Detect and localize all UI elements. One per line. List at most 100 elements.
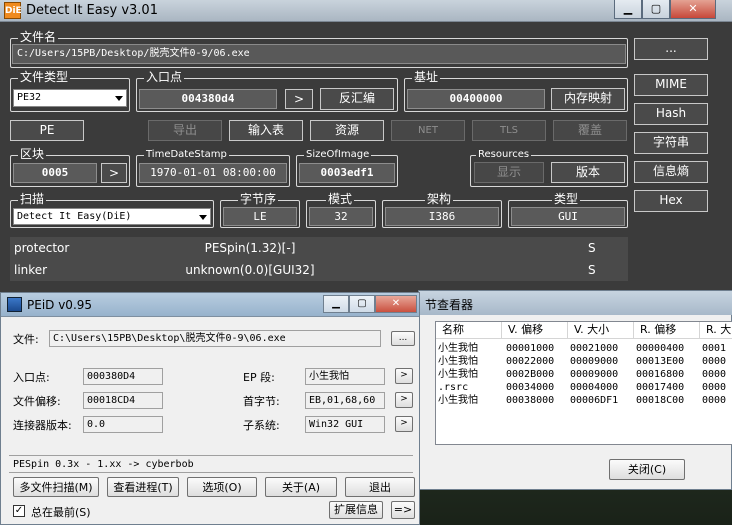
sections-value: 0005 <box>13 163 97 183</box>
options-button[interactable]: 选项(O) <box>187 477 257 497</box>
table-cell: 小生我怕 <box>438 343 478 354</box>
table-cell: 00013E00 <box>636 356 685 367</box>
close-button[interactable]: ✕ <box>375 295 417 313</box>
soi-value: 0003edf1 <box>299 163 395 183</box>
stay-on-top-checkbox[interactable]: ✓ <box>13 505 25 517</box>
hash-button[interactable]: Hash <box>634 103 708 125</box>
first-bytes-label: 首字节: <box>243 395 280 408</box>
tds-value: 1970-01-01 08:00:00 <box>139 163 287 183</box>
result-row[interactable]: linker unknown(0.0)[GUI32] S <box>10 259 628 281</box>
filename-field[interactable]: C:/Users/15PB/Desktop/脱壳文件0-9/06.exe <box>12 44 626 64</box>
divider <box>9 455 413 456</box>
maximize-button[interactable]: ▢ <box>642 0 670 19</box>
divider <box>9 472 413 473</box>
column-header[interactable]: R. 大 <box>700 322 732 339</box>
subsystem-label: 子系统: <box>243 419 280 432</box>
exit-button[interactable]: 退出 <box>345 477 415 497</box>
column-header[interactable]: R. 偏移 <box>634 322 700 339</box>
strings-button[interactable]: 字符串 <box>634 132 708 154</box>
resources-button[interactable]: 资源 <box>310 120 384 141</box>
ep-section-label: EP 段: <box>243 371 275 384</box>
table-row[interactable]: 小生我怕 00001000 00021000 00000400 0001 <box>436 342 732 355</box>
multi-scan-button[interactable]: 多文件扫描(M) <box>13 477 99 497</box>
column-header[interactable]: V. 偏移 <box>502 322 568 339</box>
column-header[interactable]: V. 大小 <box>568 322 634 339</box>
arch-label: 架构 <box>425 192 454 206</box>
endian-label: 字节序 <box>238 192 279 206</box>
result-flag: S <box>588 263 596 277</box>
filetype-value: PE32 <box>17 92 42 103</box>
linker-version-label: 连接器版本: <box>13 419 72 432</box>
mode-value: 32 <box>309 207 373 226</box>
minimize-button[interactable]: ▁ <box>614 0 642 19</box>
close-button[interactable]: ✕ <box>670 0 716 19</box>
table-cell: 0001 <box>702 343 727 354</box>
table-cell: 0002B000 <box>506 369 555 380</box>
browse-button[interactable]: ... <box>634 38 708 60</box>
pe-button[interactable]: PE <box>10 120 84 141</box>
filename-label: 文件名 <box>18 30 59 44</box>
result-row[interactable]: protector PESpin(1.32)[-] S <box>10 237 628 259</box>
type-value: GUI <box>511 207 625 226</box>
subsystem-arrow-button[interactable]: > <box>395 416 413 432</box>
base-value: 00400000 <box>407 89 545 109</box>
sections-label: 区块 <box>18 147 47 161</box>
filetype-label: 文件类型 <box>18 70 71 84</box>
version-button[interactable]: 版本 <box>551 162 625 183</box>
result-name: PESpin(1.32)[-] <box>204 241 296 255</box>
section-table[interactable]: 名称 V. 偏移 V. 大小 R. 偏移 R. 大 小生我怕 00001000 00… <box>435 321 732 445</box>
table-cell: 小生我怕 <box>438 369 478 380</box>
table-row[interactable]: 小生我怕 00022000 00009000 00013E00 0000 <box>436 355 732 368</box>
table-cell: 0000 <box>702 395 727 406</box>
table-cell: 0000 <box>702 369 727 380</box>
entry-label: 入口点 <box>144 70 185 84</box>
show-button[interactable]: 显示 <box>474 162 544 183</box>
entropy-button[interactable]: 信息熵 <box>634 161 708 183</box>
net-button[interactable]: NET <box>391 120 465 141</box>
table-row[interactable]: .rsrc 00034000 00004000 00017400 0000 <box>436 381 732 394</box>
sections-go-button[interactable]: > <box>101 163 127 183</box>
close-section-viewer-button[interactable]: 关闭(C) <box>609 459 685 480</box>
result-flag: S <box>588 241 596 255</box>
file-path-field[interactable]: C:\Users\15PB\Desktop\脱壳文件0-9\06.exe <box>49 330 381 347</box>
table-cell: .rsrc <box>438 382 469 393</box>
peid-window: PEiD v0.95 ▁ ▢ ✕ 文件: C:\Users\15PB\Deskt… <box>0 292 420 525</box>
entry-go-button[interactable]: > <box>285 89 313 109</box>
overlay-button[interactable]: 覆盖 <box>553 120 627 141</box>
column-header[interactable]: 名称 <box>436 322 502 339</box>
maximize-button[interactable]: ▢ <box>349 295 375 313</box>
table-cell: 00016800 <box>636 369 685 380</box>
memmap-button[interactable]: 内存映射 <box>551 88 625 110</box>
export-button[interactable]: 导出 <box>148 120 222 141</box>
hex-button[interactable]: Hex <box>634 190 708 212</box>
table-row[interactable]: 小生我怕 0002B000 00009000 00016800 0000 <box>436 368 732 381</box>
menu-button[interactable]: => <box>391 501 415 519</box>
table-cell: 00009000 <box>570 369 619 380</box>
table-cell: 00022000 <box>506 356 555 367</box>
first-bytes-arrow-button[interactable]: > <box>395 392 413 408</box>
ep-section-value: 小生我怕 <box>305 368 385 385</box>
file-offset-value: 00018CD4 <box>83 392 163 409</box>
tls-button[interactable]: TLS <box>472 120 546 141</box>
mime-button[interactable]: MIME <box>634 74 708 96</box>
endian-value: LE <box>223 207 297 226</box>
task-viewer-button[interactable]: 查看进程(T) <box>107 477 179 497</box>
table-cell: 00038000 <box>506 395 555 406</box>
plugins-button[interactable]: 扩展信息 <box>329 501 383 519</box>
ep-label: 入口点: <box>13 371 50 384</box>
import-button[interactable]: 输入表 <box>229 120 303 141</box>
table-cell: 0000 <box>702 382 727 393</box>
filetype-select[interactable]: PE32 <box>13 89 127 107</box>
table-cell: 00018C00 <box>636 395 685 406</box>
disasm-button[interactable]: 反汇编 <box>320 88 394 110</box>
scan-select[interactable]: Detect It Easy(DiE) <box>13 208 211 225</box>
first-bytes-value: EB,01,68,60 <box>305 392 385 409</box>
base-label: 基址 <box>412 70 441 84</box>
about-button[interactable]: 关于(A) <box>265 477 337 497</box>
table-cell: 00009000 <box>570 356 619 367</box>
minimize-button[interactable]: ▁ <box>323 295 349 313</box>
ep-section-arrow-button[interactable]: > <box>395 368 413 384</box>
table-cell: 00004000 <box>570 382 619 393</box>
table-row[interactable]: 小生我怕 00038000 00006DF1 00018C00 0000 <box>436 394 732 407</box>
browse-button[interactable]: ... <box>391 331 415 346</box>
